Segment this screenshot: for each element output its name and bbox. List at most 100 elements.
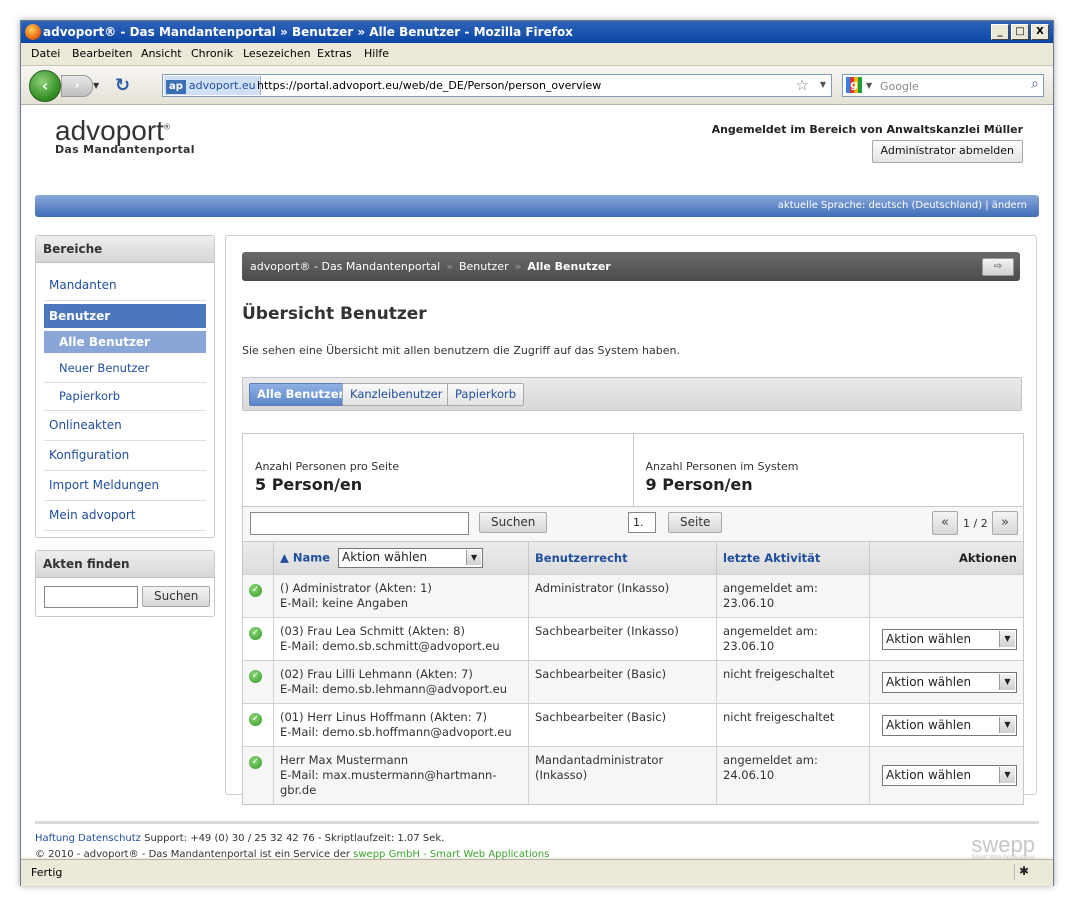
page-title: Übersicht Benutzer (242, 304, 427, 324)
name-cell: (03) Frau Lea Schmitt (Akten: 8) E-Mail: … (273, 617, 529, 661)
user-name[interactable]: Herr Max Mustermann (280, 753, 408, 767)
user-grid: Anzahl Personen pro Seite 5 Person/en An… (242, 433, 1024, 805)
footer-haftung-link[interactable]: Haftung (35, 833, 75, 844)
stat-total-value: 9 Person/en (645, 475, 753, 494)
menu-chronik[interactable]: Chronik (191, 47, 233, 60)
sort-name-link[interactable]: ▲ Name (280, 551, 330, 565)
tab-papierkorb[interactable]: Papierkorb (447, 383, 525, 406)
advoport-logo[interactable]: advoport® Das Mandantenportal (55, 115, 195, 156)
maximize-button[interactable]: □ (1011, 24, 1029, 40)
main-content: advoport® - Das Mandantenportal » Benutzer… (225, 235, 1037, 805)
menu-ansicht[interactable]: Ansicht (141, 47, 182, 60)
search-box[interactable]: g ▼ Google ⌕ (842, 74, 1044, 97)
footer-datenschutz-link[interactable]: Datenschutz (78, 833, 141, 844)
menu-lesezeichen[interactable]: Lesezeichen (243, 47, 311, 60)
activity-cell: nicht freigeschaltet (716, 660, 870, 704)
logout-button[interactable]: Administrator abmelden (871, 140, 1023, 163)
breadcrumb-separator: » (446, 260, 453, 273)
go-to-page-button[interactable]: Seite (668, 512, 723, 533)
user-name[interactable]: (02) Frau Lilli Lehmann (Akten: 7) (280, 667, 473, 681)
tab-bar: Alle Benutzer Kanzleibenutzer Papierkorb (242, 377, 1022, 411)
minimize-button[interactable]: _ (991, 24, 1009, 40)
user-name[interactable]: () Administrator (Akten: 1) (280, 581, 432, 595)
page-number-input[interactable]: 1. (628, 512, 656, 533)
footer: Haftung Datenschutz Support: +49 (0) 30 … (35, 821, 1039, 861)
menu-extras[interactable]: Extras (317, 47, 352, 60)
sidebar-item-onlineakten[interactable]: Onlineakten (44, 411, 206, 441)
sidebar-item-benutzer[interactable]: Benutzer (44, 304, 206, 328)
activity-cell: nicht freigeschaltet (716, 703, 870, 747)
url-bar[interactable]: ap advoport.eu https://portal.advoport.eu… (162, 74, 832, 97)
name-cell: Herr Max Mustermann E-Mail: max.musterman… (273, 746, 529, 804)
user-search-button[interactable]: Suchen (479, 512, 548, 533)
history-dropdown-icon[interactable]: ▼ (93, 81, 99, 90)
row-action-select[interactable]: Aktion wählen ▼ (882, 714, 1017, 736)
rights-column-header[interactable]: Benutzerrecht (528, 542, 717, 575)
sidebar-item-import-meldungen[interactable]: Import Meldungen (44, 471, 206, 501)
sidebar-item-konfiguration[interactable]: Konfiguration (44, 441, 206, 471)
user-search-input[interactable] (250, 512, 469, 535)
language-bar: aktuelle Sprache: deutsch (Deutschland) … (35, 195, 1039, 217)
search-engine-dropdown-icon[interactable]: ▼ (866, 81, 872, 90)
previous-page-button[interactable]: « (932, 511, 958, 535)
search-icon[interactable]: ⌕ (1031, 76, 1039, 92)
search-placeholder[interactable]: Google (880, 80, 919, 93)
url-text[interactable]: https://portal.advoport.eu/web/de_DE/Per… (257, 79, 601, 92)
sidebar-item-papierkorb[interactable]: Papierkorb (44, 383, 206, 411)
bookmark-star-icon[interactable]: ☆ (796, 76, 809, 94)
actions-column-header: Aktionen (869, 542, 1023, 575)
rights-cell: Sachbearbeiter (Basic) (528, 703, 717, 747)
site-identity[interactable]: ap advoport.eu (164, 76, 261, 95)
stat-per-page: Anzahl Personen pro Seite 5 Person/en (243, 434, 634, 506)
menu-datei[interactable]: Datei (31, 47, 60, 60)
user-name[interactable]: (03) Frau Lea Schmitt (Akten: 8) (280, 624, 465, 638)
name-column-header[interactable]: ▲ Name Aktion wählen ▼ (273, 542, 529, 575)
file-search-button[interactable]: Suchen (142, 586, 211, 607)
reload-icon[interactable]: ↻ (115, 75, 130, 96)
menu-hilfe[interactable]: Hilfe (364, 47, 389, 60)
sidebar-item-mein-advoport[interactable]: Mein advoport (44, 501, 206, 531)
actions-cell: Aktion wählen ▼ (869, 703, 1023, 747)
export-icon[interactable]: ⇨ (982, 258, 1014, 276)
activity-cell: angemeldet am: 24.06.10 (716, 746, 870, 804)
close-button[interactable]: X (1031, 24, 1049, 40)
row-action-select[interactable]: Aktion wählen ▼ (882, 671, 1017, 693)
sidebar-areas: Bereiche Mandanten Benutzer Alle Benutzer N… (35, 235, 215, 538)
stat-total: Anzahl Personen im System 9 Person/en (634, 434, 1024, 506)
file-finder: Akten finden Suchen (35, 550, 215, 617)
row-action-select[interactable]: Aktion wählen ▼ (882, 765, 1017, 786)
user-rights: Sachbearbeiter (Basic) (535, 667, 667, 681)
user-name[interactable]: (01) Herr Linus Hoffmann (Akten: 7) (280, 710, 487, 724)
user-email: E-Mail: keine Angaben (280, 596, 409, 610)
breadcrumb-current: Alle Benutzer (527, 260, 611, 273)
forward-button[interactable]: › (61, 75, 93, 97)
back-button[interactable]: ‹ (29, 70, 61, 102)
firefox-icon (25, 24, 41, 40)
sidebar-item-neuer-benutzer[interactable]: Neuer Benutzer (44, 355, 206, 383)
tab-alle-benutzer[interactable]: Alle Benutzer (249, 383, 353, 406)
user-rights: Mandantadministrator (Inkasso) (535, 753, 664, 782)
next-page-button[interactable]: » (992, 511, 1018, 535)
language-selector[interactable]: aktuelle Sprache: deutsch (Deutschland) … (778, 200, 1027, 211)
breadcrumb-benutzer[interactable]: Benutzer (459, 260, 509, 273)
activity-status: angemeldet am: (723, 753, 818, 767)
menu-bearbeiten[interactable]: Bearbeiten (72, 47, 132, 60)
status-cell: ✓ (243, 746, 274, 804)
sidebar-item-mandanten[interactable]: Mandanten (44, 271, 206, 301)
menu-bar: Datei Bearbeiten Ansicht Chronik Lesezei… (21, 43, 1053, 66)
table-row: ✓ (02) Frau Lilli Lehmann (Akten: 7) E-Mai… (243, 660, 1023, 704)
activity-column-header[interactable]: letzte Aktivität (716, 542, 870, 575)
file-search-input[interactable] (44, 586, 138, 608)
status-cell: ✓ (243, 703, 274, 747)
google-icon[interactable]: g (846, 77, 862, 93)
row-action-select[interactable]: Aktion wählen ▼ (882, 628, 1017, 650)
user-email: E-Mail: max.mustermann@hartmann-gbr.de (280, 768, 497, 797)
breadcrumb-home[interactable]: advoport® - Das Mandantenportal (250, 260, 440, 273)
sidebar-item-alle-benutzer[interactable]: Alle Benutzer (44, 331, 206, 353)
status-text: Fertig (31, 866, 63, 879)
tab-kanzleibenutzer[interactable]: Kanzleibenutzer (342, 383, 451, 406)
bulk-action-select[interactable]: Aktion wählen ▼ (338, 548, 484, 568)
addon-bug-icon[interactable]: ✱ (1014, 864, 1033, 880)
activity-status: angemeldet am: (723, 624, 818, 638)
url-dropdown-icon[interactable]: ▼ (820, 80, 826, 89)
